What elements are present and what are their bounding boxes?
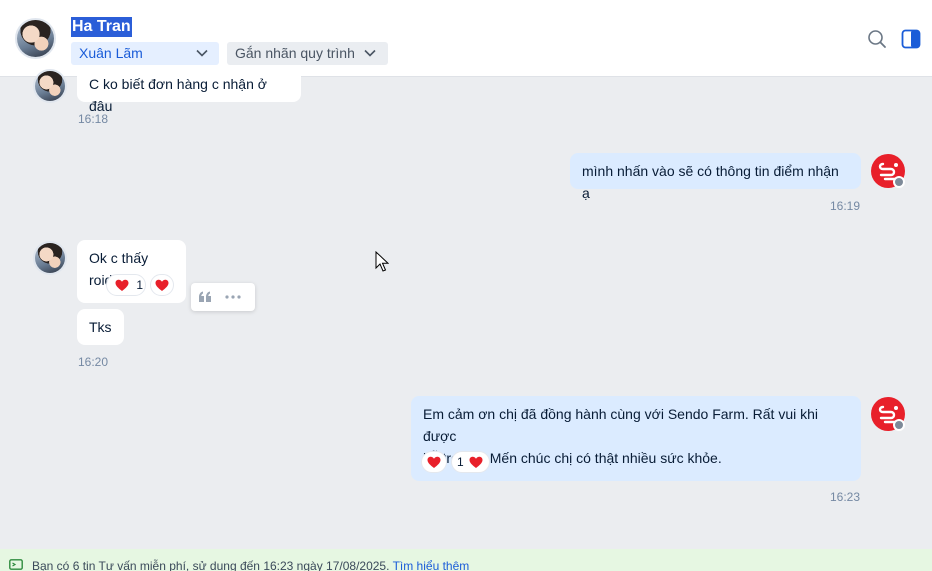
search-icon[interactable] xyxy=(867,29,887,49)
reaction-summary[interactable]: 1 xyxy=(451,451,490,473)
message-text: C ko biết đơn hàng c nhận ở đâu xyxy=(89,76,267,114)
add-reaction-button[interactable] xyxy=(150,274,174,296)
message-text: mình nhấn vào sẽ có thông tin điểm nhận … xyxy=(582,163,839,201)
mouse-cursor-icon xyxy=(375,251,389,272)
heart-icon xyxy=(115,280,129,292)
status-badge xyxy=(893,176,905,188)
contact-name[interactable]: Ha Tran xyxy=(71,17,132,37)
heart-icon xyxy=(469,457,483,469)
more-icon[interactable] xyxy=(225,295,241,299)
sender-avatar[interactable] xyxy=(33,69,67,103)
heart-icon xyxy=(427,457,441,469)
message-time: 16:19 xyxy=(830,199,861,213)
banner-text: Bạn có 6 tin Tư vấn miễn phí, sử dụng đế… xyxy=(32,559,390,571)
reaction-count: 1 xyxy=(136,278,144,292)
message-time: 16:18 xyxy=(78,112,109,126)
message-bubble[interactable]: C ko biết đơn hàng c nhận ở đâu xyxy=(77,66,301,114)
message-time: 16:23 xyxy=(830,490,861,504)
message-text: Tks xyxy=(89,319,112,335)
message-bubble[interactable]: mình nhấn vào sẽ có thông tin điểm nhận … xyxy=(570,153,861,201)
message-icon xyxy=(9,559,23,570)
process-tag-dropdown[interactable]: Gắn nhãn quy trình xyxy=(227,42,388,65)
reaction-count: 1 xyxy=(457,455,464,469)
assignee-dropdown[interactable]: Xuân Lãm xyxy=(71,42,219,65)
message-bubble[interactable]: Tks xyxy=(77,309,124,345)
side-panel-icon[interactable] xyxy=(901,29,921,49)
message-time: 16:20 xyxy=(78,355,109,369)
message-action-bar xyxy=(191,283,255,311)
chevron-down-icon xyxy=(364,49,376,57)
reaction-summary[interactable]: 1 xyxy=(106,274,146,296)
free-consult-banner: Bạn có 6 tin Tư vấn miễn phí, sử dụng đế… xyxy=(0,549,932,571)
assignee-label: Xuân Lãm xyxy=(79,45,143,61)
message-text-line: Em cảm ơn chị đã đồng hành cùng với Send… xyxy=(423,406,819,444)
quote-icon[interactable] xyxy=(198,291,212,303)
banner-text-wrap: Bạn có 6 tin Tư vấn miễn phí, sử dụng đế… xyxy=(32,559,469,571)
contact-avatar[interactable] xyxy=(15,18,56,59)
tag-placeholder: Gắn nhãn quy trình xyxy=(235,45,355,61)
learn-more-link[interactable]: Tìm hiểu thêm xyxy=(393,559,470,571)
status-badge xyxy=(893,419,905,431)
sender-avatar[interactable] xyxy=(33,241,67,275)
add-reaction-button[interactable] xyxy=(421,451,447,473)
heart-icon xyxy=(155,280,169,292)
chevron-down-icon xyxy=(196,49,208,57)
